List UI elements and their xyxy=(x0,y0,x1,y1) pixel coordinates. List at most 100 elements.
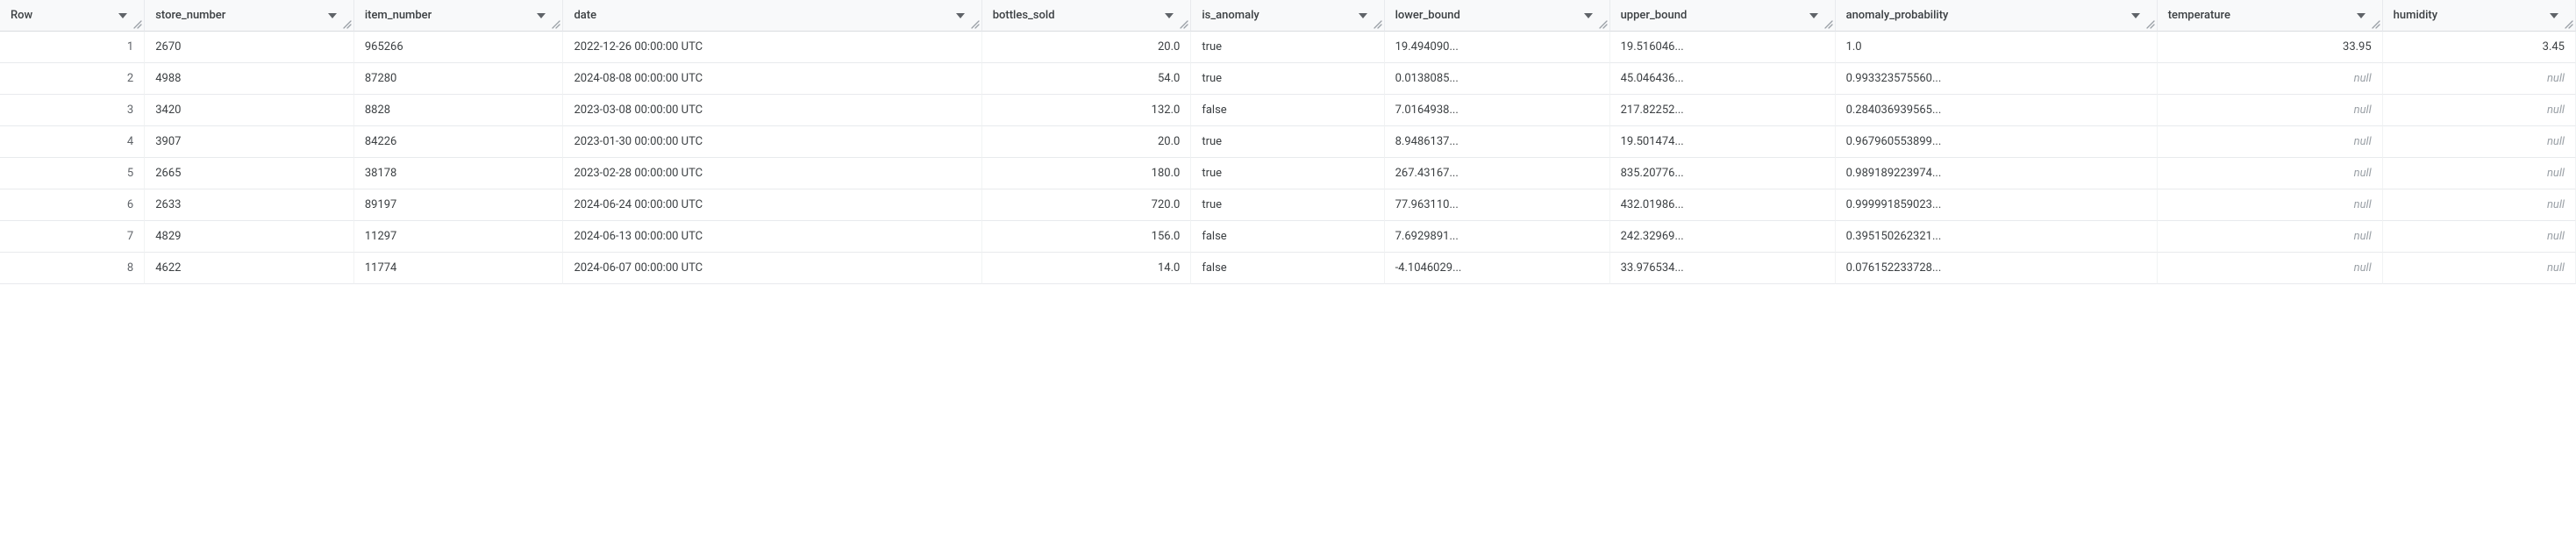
cell-item_number: 84226 xyxy=(354,126,564,158)
column-header-bottles_sold[interactable]: bottles_sold xyxy=(982,0,1192,32)
column-resize-handle[interactable] xyxy=(1823,0,1835,31)
column-menu-icon[interactable] xyxy=(116,9,130,23)
column-menu-icon[interactable] xyxy=(1581,9,1595,23)
column-resize-handle[interactable] xyxy=(1597,0,1609,31)
cell-is_anomaly: true xyxy=(1191,126,1384,158)
results-table: Rowstore_number item_number datebottles_so… xyxy=(0,0,2576,284)
cell-row: 8 xyxy=(0,253,145,284)
cell-temperature: null xyxy=(2158,158,2383,189)
table-row[interactable]: 62633891972024-06-24 00:00:00 UTC720.0tr… xyxy=(0,189,2576,221)
column-resize-handle[interactable] xyxy=(1372,0,1384,31)
cell-bottles_sold: 720.0 xyxy=(982,189,1192,221)
table-row[interactable]: 74829112972024-06-13 00:00:00 UTC156.0fa… xyxy=(0,221,2576,253)
column-header-humidity[interactable]: humidity xyxy=(2383,0,2576,32)
cell-humidity: null xyxy=(2383,189,2576,221)
column-header-label: item_number xyxy=(365,9,432,22)
cell-date: 2024-06-13 00:00:00 UTC xyxy=(563,221,981,253)
cell-lower_bound: 0.0138085... xyxy=(1385,63,1610,95)
cell-humidity: null xyxy=(2383,253,2576,284)
cell-upper_bound: 242.32969... xyxy=(1610,221,1836,253)
column-resize-handle[interactable] xyxy=(969,0,981,31)
table-row[interactable]: 24988872802024-08-08 00:00:00 UTC54.0tru… xyxy=(0,63,2576,95)
cell-date: 2023-01-30 00:00:00 UTC xyxy=(563,126,981,158)
cell-is_anomaly: false xyxy=(1191,253,1384,284)
cell-upper_bound: 432.01986... xyxy=(1610,189,1836,221)
cell-row: 2 xyxy=(0,63,145,95)
cell-humidity: null xyxy=(2383,63,2576,95)
cell-temperature: null xyxy=(2158,253,2383,284)
column-header-anomaly_probability[interactable]: anomaly_probability xyxy=(1836,0,2158,32)
column-header-label: temperature xyxy=(2168,9,2230,22)
cell-bottles_sold: 180.0 xyxy=(982,158,1192,189)
table-body: 126709652662022-12-26 00:00:00 UTC20.0tr… xyxy=(0,32,2576,284)
cell-anomaly_probability: 0.999991859023... xyxy=(1836,189,2158,221)
column-resize-handle[interactable] xyxy=(2144,0,2157,31)
cell-humidity: null xyxy=(2383,221,2576,253)
cell-bottles_sold: 14.0 xyxy=(982,253,1192,284)
cell-is_anomaly: false xyxy=(1191,221,1384,253)
cell-store_number: 4829 xyxy=(145,221,354,253)
column-menu-icon[interactable] xyxy=(325,9,339,23)
cell-store_number: 2665 xyxy=(145,158,354,189)
cell-lower_bound: 19.494090... xyxy=(1385,32,1610,63)
column-menu-icon[interactable] xyxy=(2129,9,2143,23)
cell-row: 3 xyxy=(0,95,145,126)
cell-date: 2024-06-24 00:00:00 UTC xyxy=(563,189,981,221)
cell-is_anomaly: true xyxy=(1191,32,1384,63)
column-menu-icon[interactable] xyxy=(1162,9,1176,23)
cell-bottles_sold: 156.0 xyxy=(982,221,1192,253)
column-resize-handle[interactable] xyxy=(550,0,562,31)
cell-upper_bound: 19.516046... xyxy=(1610,32,1836,63)
cell-anomaly_probability: 0.989189223974... xyxy=(1836,158,2158,189)
table-row[interactable]: 126709652662022-12-26 00:00:00 UTC20.0tr… xyxy=(0,32,2576,63)
column-header-row[interactable]: Row xyxy=(0,0,145,32)
cell-lower_bound: 7.0164938... xyxy=(1385,95,1610,126)
cell-lower_bound: -4.1046029... xyxy=(1385,253,1610,284)
column-header-is_anomaly[interactable]: is_anomaly xyxy=(1191,0,1384,32)
column-resize-handle[interactable] xyxy=(132,0,144,31)
cell-bottles_sold: 132.0 xyxy=(982,95,1192,126)
cell-item_number: 11774 xyxy=(354,253,564,284)
cell-anomaly_probability: 0.993323575560... xyxy=(1836,63,2158,95)
column-menu-icon[interactable] xyxy=(2354,9,2368,23)
cell-store_number: 2633 xyxy=(145,189,354,221)
column-header-label: upper_bound xyxy=(1621,9,1688,22)
cell-anomaly_probability: 0.076152233728... xyxy=(1836,253,2158,284)
cell-temperature: null xyxy=(2158,189,2383,221)
table-row[interactable]: 43907842262023-01-30 00:00:00 UTC20.0tru… xyxy=(0,126,2576,158)
column-header-item_number[interactable]: item_number xyxy=(354,0,564,32)
column-header-upper_bound[interactable]: upper_bound xyxy=(1610,0,1836,32)
column-header-label: is_anomaly xyxy=(1202,9,1259,22)
column-menu-icon[interactable] xyxy=(534,9,548,23)
cell-upper_bound: 45.046436... xyxy=(1610,63,1836,95)
column-resize-handle[interactable] xyxy=(2563,0,2575,31)
column-menu-icon[interactable] xyxy=(1356,9,1370,23)
cell-bottles_sold: 54.0 xyxy=(982,63,1192,95)
cell-row: 5 xyxy=(0,158,145,189)
cell-humidity: null xyxy=(2383,158,2576,189)
cell-is_anomaly: true xyxy=(1191,158,1384,189)
column-header-lower_bound[interactable]: lower_bound xyxy=(1385,0,1610,32)
column-resize-handle[interactable] xyxy=(341,0,353,31)
column-header-label: humidity xyxy=(2394,9,2437,22)
cell-is_anomaly: true xyxy=(1191,63,1384,95)
cell-store_number: 2670 xyxy=(145,32,354,63)
column-resize-handle[interactable] xyxy=(1178,0,1190,31)
cell-date: 2024-06-07 00:00:00 UTC xyxy=(563,253,981,284)
column-header-store_number[interactable]: store_number xyxy=(145,0,354,32)
cell-upper_bound: 217.82252... xyxy=(1610,95,1836,126)
column-menu-icon[interactable] xyxy=(2547,9,2561,23)
column-header-temperature[interactable]: temperature xyxy=(2158,0,2383,32)
cell-item_number: 965266 xyxy=(354,32,564,63)
cell-store_number: 4988 xyxy=(145,63,354,95)
table-row[interactable]: 3342088282023-03-08 00:00:00 UTC132.0fal… xyxy=(0,95,2576,126)
cell-temperature: null xyxy=(2158,221,2383,253)
table-row[interactable]: 84622117742024-06-07 00:00:00 UTC14.0fal… xyxy=(0,253,2576,284)
column-menu-icon[interactable] xyxy=(1807,9,1821,23)
column-resize-handle[interactable] xyxy=(2370,0,2382,31)
column-menu-icon[interactable] xyxy=(953,9,967,23)
table-row[interactable]: 52665381782023-02-28 00:00:00 UTC180.0tr… xyxy=(0,158,2576,189)
cell-humidity: 3.45 xyxy=(2383,32,2576,63)
column-header-date[interactable]: date xyxy=(563,0,981,32)
cell-item_number: 89197 xyxy=(354,189,564,221)
